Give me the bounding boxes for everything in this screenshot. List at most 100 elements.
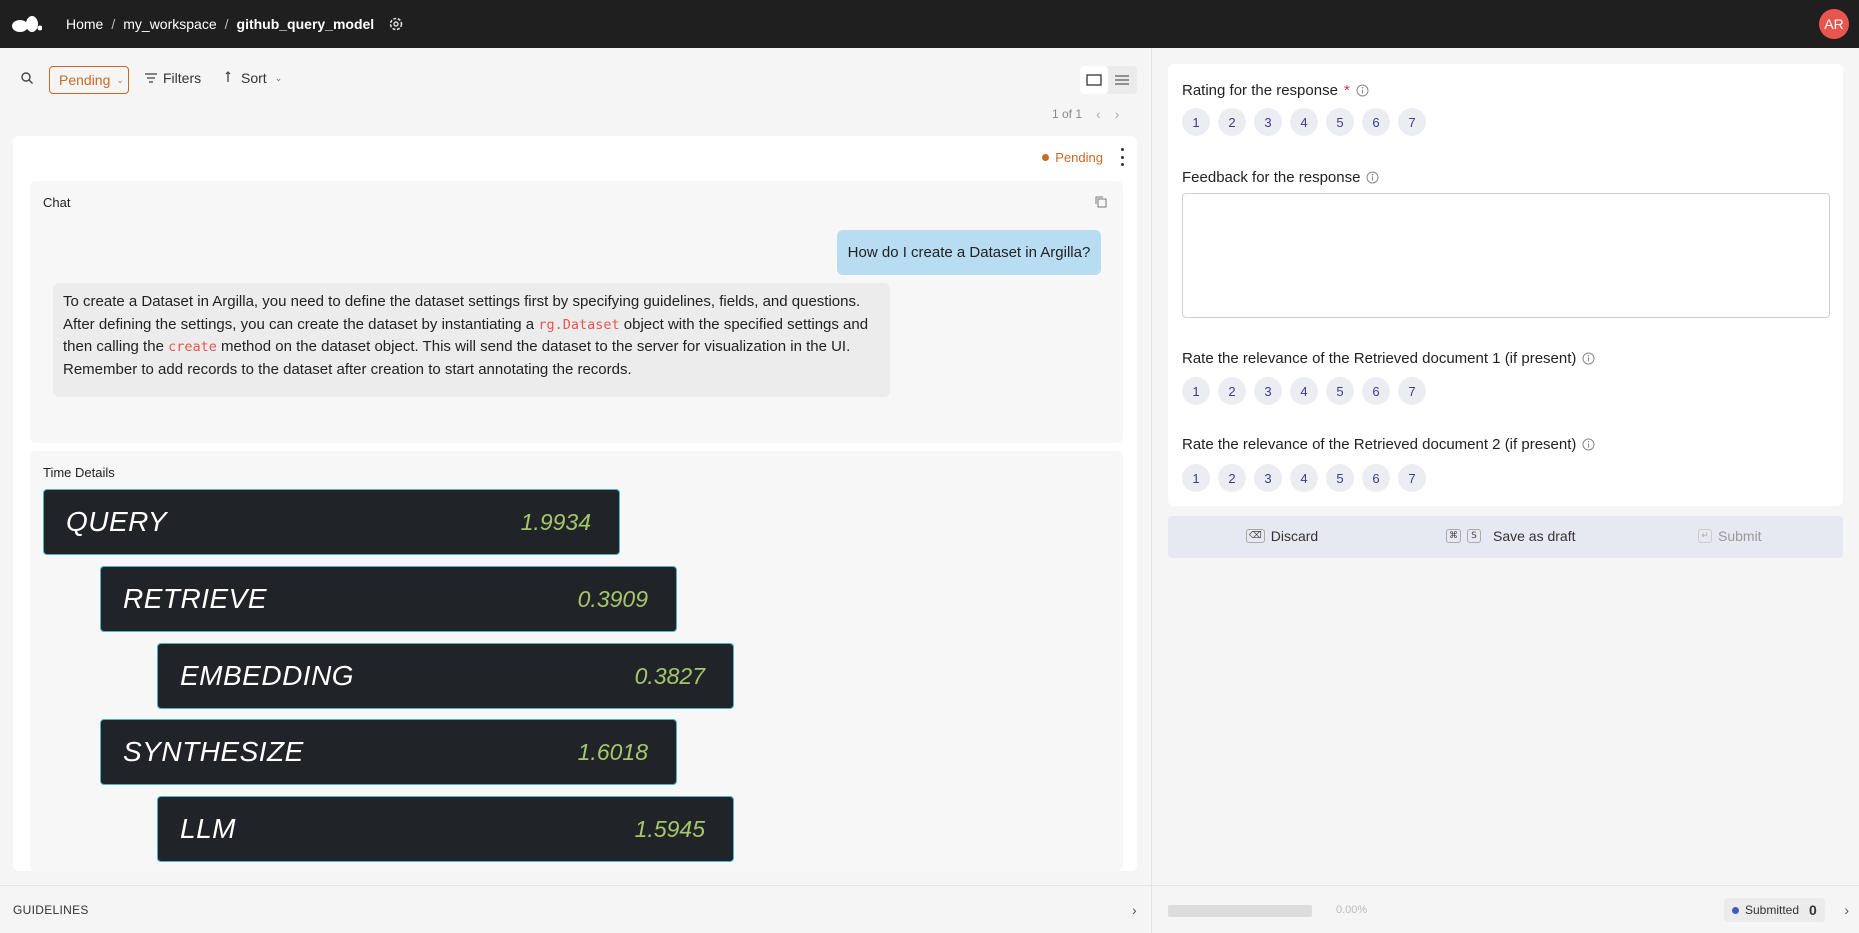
rating-option[interactable]: 5 — [1326, 377, 1354, 405]
rating-option[interactable]: 1 — [1182, 377, 1210, 405]
sort-button[interactable]: Sort ⌄ — [225, 70, 282, 86]
time-step-name: SYNTHESIZE — [123, 736, 304, 767]
rating-doc2: 1 2 3 4 5 6 7 — [1182, 464, 1426, 492]
required-mark: * — [1343, 82, 1350, 99]
rating-option[interactable]: 2 — [1218, 377, 1246, 405]
rating-doc1: 1 2 3 4 5 6 7 — [1182, 377, 1426, 405]
questions-form: Rating for the response * 1 2 3 4 5 6 7 … — [1168, 64, 1843, 506]
discard-label: Discard — [1270, 528, 1319, 544]
progress-percent: 0.00% — [1336, 904, 1368, 916]
chevron-down-icon: ⌄ — [116, 74, 124, 85]
chevron-right-icon[interactable]: › — [1844, 902, 1849, 918]
breadcrumb-workspace[interactable]: my_workspace — [123, 16, 216, 32]
pagination: 1 of 1 ‹ › — [1052, 106, 1119, 122]
view-toggle — [1080, 66, 1137, 94]
inline-code: create — [168, 339, 217, 355]
records-toolbar: Pending ⌄ Filters Sort ⌄ — [0, 48, 1151, 110]
more-options-icon[interactable] — [1119, 148, 1125, 166]
submitted-badge: Submitted 0 — [1724, 898, 1825, 922]
chevron-right-icon[interactable]: › — [1132, 902, 1137, 918]
submit-label: Submit — [1718, 528, 1762, 544]
breadcrumb-home[interactable]: Home — [66, 16, 103, 32]
chat-field: Chat How do I create a Dataset in Argill… — [30, 181, 1123, 443]
status-filter-dropdown[interactable]: Pending ⌄ — [49, 66, 129, 94]
annotation-pane: Rating for the response * 1 2 3 4 5 6 7 … — [1152, 48, 1859, 933]
question-label-rating: Rating for the response * — [1182, 82, 1370, 99]
assistant-message: To create a Dataset in Argilla, you need… — [53, 283, 890, 397]
breadcrumb-dataset: github_query_model — [236, 16, 375, 32]
question-text: Rating for the response — [1182, 82, 1338, 99]
record-card: Pending Chat How do I create a Dataset i… — [13, 136, 1137, 871]
submitted-count: 0 — [1809, 902, 1817, 918]
search-icon[interactable] — [20, 71, 36, 87]
question-label-doc2: Rate the relevance of the Retrieved docu… — [1182, 436, 1596, 453]
rating-option[interactable]: 1 — [1182, 108, 1210, 136]
question-label-doc1: Rate the relevance of the Retrieved docu… — [1182, 350, 1596, 367]
rating-option[interactable]: 5 — [1326, 108, 1354, 136]
breadcrumb-separator: / — [111, 16, 116, 32]
rating-option[interactable]: 3 — [1254, 464, 1282, 492]
info-icon[interactable] — [1582, 352, 1596, 366]
rating-option[interactable]: 7 — [1398, 108, 1426, 136]
save-draft-label: Save as draft — [1493, 528, 1576, 544]
copy-icon[interactable] — [1095, 195, 1109, 209]
pagination-text: 1 of 1 — [1052, 107, 1083, 121]
rating-option[interactable]: 2 — [1218, 464, 1246, 492]
gear-icon[interactable] — [388, 15, 406, 33]
time-step-query: QUERY 1.9934 — [43, 489, 620, 555]
record-pane: Pending ⌄ Filters Sort ⌄ 1 of 1 ‹ › Pend… — [0, 48, 1151, 885]
rating-option[interactable]: 7 — [1398, 464, 1426, 492]
feedback-textarea[interactable] — [1182, 193, 1830, 318]
time-step-value: 1.5945 — [634, 815, 705, 842]
status-text: Pending — [1055, 150, 1103, 165]
status-dot — [1042, 154, 1050, 161]
rating-option[interactable]: 6 — [1362, 108, 1390, 136]
chevron-down-icon: ⌄ — [274, 72, 283, 83]
status-badge: Pending — [1042, 150, 1103, 165]
submitted-label: Submitted — [1745, 903, 1800, 917]
rating-option[interactable]: 4 — [1290, 377, 1318, 405]
question-text: Rate the relevance of the Retrieved docu… — [1182, 436, 1577, 453]
rating-option[interactable]: 6 — [1362, 377, 1390, 405]
rating-option[interactable]: 6 — [1362, 464, 1390, 492]
time-step-value: 1.9934 — [520, 508, 591, 535]
save-draft-button[interactable]: ⌘ S Save as draft — [1446, 528, 1576, 544]
rating-option[interactable]: 3 — [1254, 108, 1282, 136]
time-details-field: Time Details QUERY 1.9934 RETRIEVE 0.390… — [30, 451, 1123, 871]
shortcut-key: S — [1467, 529, 1481, 543]
time-step-value: 1.6018 — [577, 738, 648, 765]
time-step-synthesize: SYNTHESIZE 1.6018 — [100, 719, 677, 785]
rating-option[interactable]: 7 — [1398, 377, 1426, 405]
rating-option[interactable]: 1 — [1182, 464, 1210, 492]
top-bar: Home / my_workspace / github_query_model… — [0, 0, 1859, 48]
submit-button[interactable]: ↵ Submit — [1698, 528, 1762, 544]
question-text: Rate the relevance of the Retrieved docu… — [1182, 350, 1577, 367]
filters-button[interactable]: Filters — [145, 70, 201, 86]
rating-option[interactable]: 3 — [1254, 377, 1282, 405]
user-message: How do I create a Dataset in Argilla? — [837, 230, 1101, 275]
info-icon[interactable] — [1366, 171, 1380, 185]
time-step-name: QUERY — [66, 506, 168, 537]
chat-field-title: Chat — [43, 195, 71, 210]
info-icon[interactable] — [1582, 438, 1596, 452]
rating-option[interactable]: 4 — [1290, 108, 1318, 136]
guidelines-bar[interactable]: GUIDELINES › — [0, 885, 1151, 933]
discard-button[interactable]: ⌫ Discard — [1246, 528, 1318, 544]
info-icon[interactable] — [1356, 84, 1370, 98]
argilla-logo-icon[interactable] — [12, 14, 44, 34]
rating-option[interactable]: 2 — [1218, 108, 1246, 136]
single-view-icon[interactable] — [1080, 66, 1108, 94]
rating-option[interactable]: 5 — [1326, 464, 1354, 492]
chevron-left-icon[interactable]: ‹ — [1096, 106, 1101, 122]
enter-key-icon: ↵ — [1698, 529, 1712, 543]
rating-option[interactable]: 4 — [1290, 464, 1318, 492]
time-step-name: LLM — [180, 813, 236, 844]
time-step-value: 0.3827 — [634, 662, 705, 689]
breadcrumb: Home / my_workspace / github_query_model — [66, 16, 374, 32]
time-details-title: Time Details — [43, 465, 115, 480]
time-step-name: RETRIEVE — [123, 583, 268, 614]
chevron-right-icon[interactable]: › — [1115, 106, 1120, 122]
time-step-embedding: EMBEDDING 0.3827 — [157, 643, 734, 709]
list-view-icon[interactable] — [1108, 66, 1136, 94]
avatar[interactable]: AR — [1819, 9, 1849, 39]
